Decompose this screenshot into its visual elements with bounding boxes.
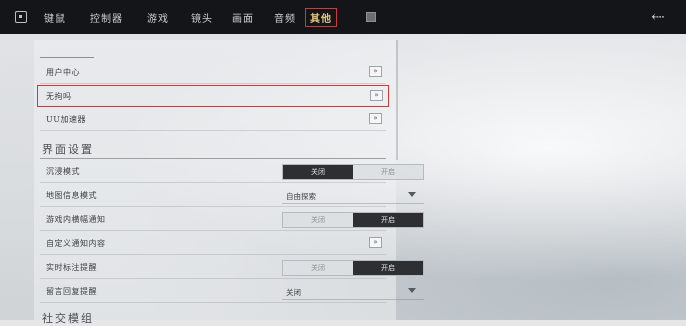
toggle-off-option[interactable]: 关闭 (283, 261, 353, 275)
toggle-off-option[interactable]: 关闭 (283, 165, 353, 179)
uu-accelerator-label: UU加速器 (46, 115, 86, 124)
row-map-mode: 地图信息模式 自由探索 (40, 186, 424, 207)
realtime-reminder-label: 实时标注提醒 (46, 263, 97, 272)
section-title-interface: 界面设置 (42, 143, 94, 156)
section-title-social: 社交模组 (42, 312, 94, 325)
row-custom-notification[interactable]: 自定义通知内容 » (40, 234, 386, 255)
home-square-icon[interactable] (15, 11, 27, 23)
section-divider (40, 158, 386, 159)
map-mode-dropdown[interactable]: 自由探索 (282, 189, 424, 204)
custom-notification-label: 自定义通知内容 (46, 239, 106, 248)
open-wuju-button[interactable]: » (370, 90, 383, 101)
back-arrow-icon[interactable]: ⇠ (648, 8, 668, 26)
tab-controller[interactable]: 控制器 (90, 10, 123, 25)
open-uu-accelerator-button[interactable]: » (369, 113, 382, 124)
row-realtime-reminder: 实时标注提醒 关闭 开启 (40, 258, 424, 279)
tab-camera[interactable]: 镜头 (191, 10, 213, 25)
banner-notification-label: 游戏内横幅通知 (46, 215, 106, 224)
map-mode-label: 地图信息模式 (46, 191, 97, 200)
row-uu-accelerator[interactable]: UU加速器 » (40, 110, 386, 131)
row-immersive-mode: 沉浸模式 关闭 开启 (40, 162, 424, 183)
open-user-center-button[interactable]: » (369, 66, 382, 77)
banner-notification-toggle[interactable]: 关闭 开启 (282, 212, 424, 228)
row-banner-notification: 游戏内横幅通知 关闭 开启 (40, 210, 424, 231)
tab-audio[interactable]: 音频 (274, 10, 296, 25)
chevron-down-icon (408, 192, 416, 197)
toggle-off-option[interactable]: 关闭 (283, 213, 353, 227)
row-reply-reminder: 留言回复提醒 关闭 (40, 282, 424, 303)
toggle-on-option[interactable]: 开启 (353, 213, 423, 227)
row-wuju[interactable]: 无拘吗 » (37, 85, 389, 107)
reply-reminder-value: 关闭 (286, 288, 301, 297)
divider (40, 57, 94, 58)
top-nav-bar: 键鼠 控制器 游戏 镜头 画面 音频 其他 ⇠ (0, 0, 686, 34)
map-mode-value: 自由探索 (286, 192, 316, 201)
user-center-label: 用户中心 (46, 68, 80, 77)
toggle-on-option[interactable]: 开启 (353, 165, 423, 179)
tab-display[interactable]: 画面 (232, 10, 254, 25)
tab-other[interactable]: 其他 (305, 8, 337, 27)
reply-reminder-label: 留言回复提醒 (46, 287, 97, 296)
toggle-on-option[interactable]: 开启 (353, 261, 423, 275)
reply-reminder-dropdown[interactable]: 关闭 (282, 285, 424, 300)
row-user-center[interactable]: 用户中心 » (40, 63, 386, 84)
scrollbar[interactable] (396, 40, 398, 160)
chevron-down-icon (408, 288, 416, 293)
wuju-label: 无拘吗 (46, 92, 72, 101)
panel-icon[interactable] (366, 12, 376, 22)
open-custom-notification-button[interactable]: » (369, 237, 382, 248)
tab-keyboard-mouse[interactable]: 键鼠 (44, 10, 66, 25)
immersive-mode-toggle[interactable]: 关闭 开启 (282, 164, 424, 180)
tab-game[interactable]: 游戏 (147, 10, 169, 25)
realtime-reminder-toggle[interactable]: 关闭 开启 (282, 260, 424, 276)
immersive-mode-label: 沉浸模式 (46, 167, 80, 176)
